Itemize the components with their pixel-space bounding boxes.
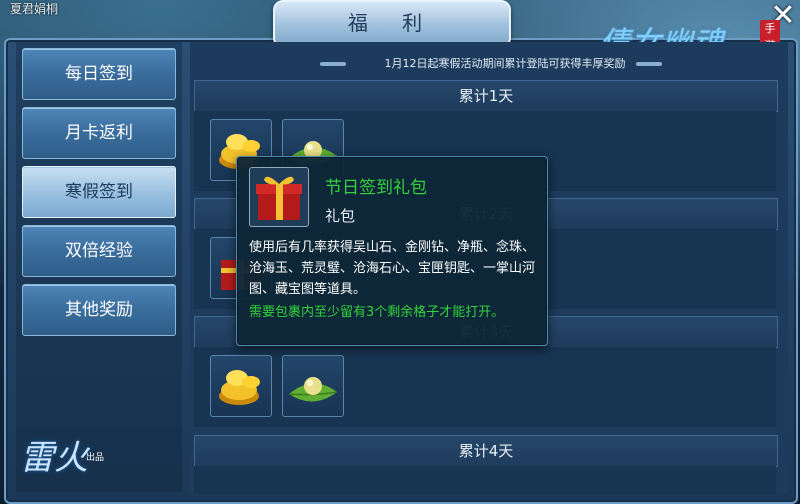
tooltip-item-type: 礼包 <box>325 207 356 225</box>
tooltip-item-description: 使用后有几率获得吴山石、金刚钻、净瓶、念珠、沧海玉、荒灵璧、沧海石心、宝匣钥匙、… <box>249 240 536 297</box>
day-4-header: 累计4天 <box>194 435 778 467</box>
tooltip-item-warning: 需要包裹内至少留有3个剩余格子才能打开。 <box>249 305 505 320</box>
menu-item-daily-signin[interactable]: 每日签到 <box>22 48 176 100</box>
publisher-logo-text: 雷火 <box>20 438 88 478</box>
gold-ingot-icon <box>219 370 260 405</box>
day-1-header: 累计1天 <box>194 80 778 112</box>
menu-item-winter-signin[interactable]: 寒假签到 <box>22 166 176 218</box>
item-tooltip: 节日签到礼包 礼包 使用后有几率获得吴山石、金刚钻、净瓶、念珠、沧海玉、荒灵璧、… <box>236 156 548 346</box>
gift-box-icon <box>256 176 302 220</box>
menu-item-other-rewards[interactable]: 其他奖励 <box>22 284 176 336</box>
world-top-text: 夏君娟桐 <box>10 2 59 16</box>
tooltip-item-name: 节日签到礼包 <box>325 178 427 198</box>
menu-item-double-exp[interactable]: 双倍经验 <box>22 225 176 277</box>
publisher-logo-sub: 出品 <box>86 453 105 463</box>
event-notice: 1月12日起寒假活动期间累计登陆可获得丰厚奖励 <box>384 57 626 70</box>
day-3-rewards <box>194 347 776 427</box>
reward-slot-leaf-pearl[interactable] <box>282 355 344 417</box>
tooltip-item-icon <box>249 167 309 227</box>
publisher-logo: 雷火 出品 <box>16 428 116 488</box>
reward-slot-gold-ingot[interactable] <box>210 355 272 417</box>
dialog-title: 福 利 <box>273 0 511 48</box>
menu-item-monthly-card[interactable]: 月卡返利 <box>22 107 176 159</box>
green-leaf-pearl-icon <box>288 377 338 402</box>
day-4-rewards <box>194 466 776 494</box>
